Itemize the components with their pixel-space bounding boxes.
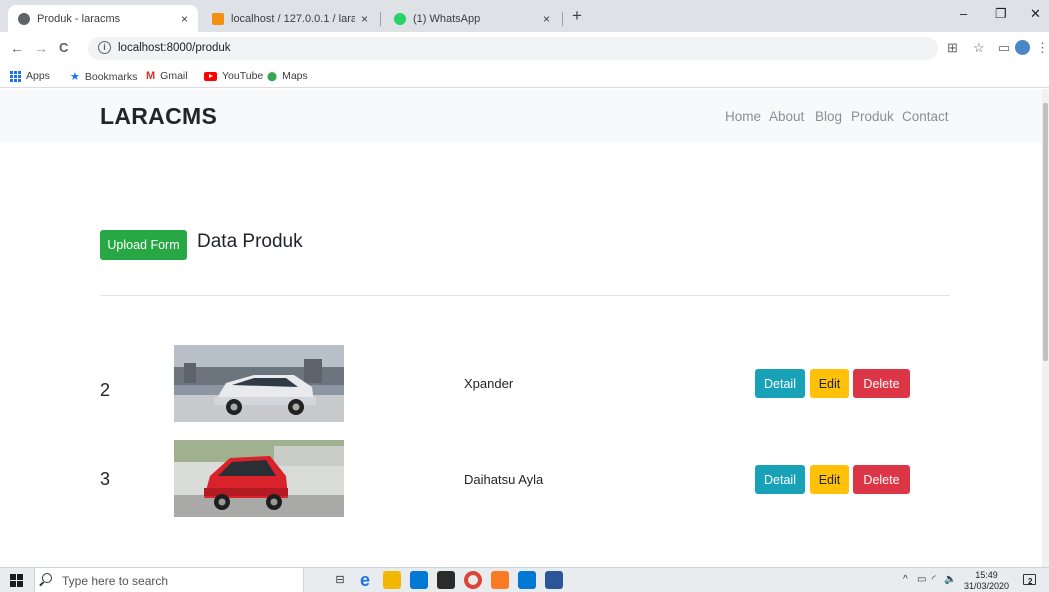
bookmark-apps[interactable]: Apps xyxy=(10,70,50,82)
vscode-icon[interactable] xyxy=(518,571,536,589)
minimize-button[interactable]: – xyxy=(960,6,967,21)
tab-close-icon[interactable]: × xyxy=(181,12,188,26)
browser-tab-whatsapp[interactable]: (1) WhatsApp × xyxy=(384,5,560,32)
task-view-icon[interactable]: ⊟ xyxy=(331,571,349,589)
tab-close-icon[interactable]: × xyxy=(543,12,550,26)
tab-separator xyxy=(562,12,563,26)
mail-icon[interactable] xyxy=(410,571,428,589)
maps-pin-icon: ⬤ xyxy=(267,70,278,81)
bookmark-gmail[interactable]: M Gmail xyxy=(146,70,188,82)
profile-avatar[interactable] xyxy=(1015,40,1030,55)
url-text[interactable]: localhost:8000/produk xyxy=(118,42,231,54)
translate-icon[interactable]: ⊞ xyxy=(947,41,958,55)
word-icon[interactable] xyxy=(545,571,563,589)
notification-count: 2 xyxy=(1028,577,1033,586)
bookmark-label: Maps xyxy=(282,70,308,82)
clock-date: 31/03/2020 xyxy=(964,581,1010,591)
search-placeholder: Type here to search xyxy=(62,574,169,588)
star-icon: ★ xyxy=(70,71,80,83)
site-brand[interactable]: LARACMS xyxy=(100,103,217,130)
browser-tabstrip: Produk - laracms × localhost / 127.0.0.1… xyxy=(0,0,1049,32)
bookmark-star-icon[interactable]: ☆ xyxy=(973,41,985,55)
bookmarks-bar: Apps ★ Bookmarks M Gmail YouTube ⬤ Maps xyxy=(0,65,1049,88)
bookmark-bookmarks[interactable]: ★ Bookmarks xyxy=(70,70,138,84)
apps-grid-icon xyxy=(10,70,21,82)
page-scrollbar[interactable] xyxy=(1042,89,1049,567)
site-info-icon[interactable]: i xyxy=(98,41,111,54)
tab-separator xyxy=(380,12,381,26)
tray-chevron-icon[interactable]: ^ xyxy=(903,574,908,585)
wifi-icon[interactable]: ◜ xyxy=(932,574,936,585)
close-window-button[interactable]: ✕ xyxy=(1030,6,1041,22)
nav-contact[interactable]: Contact xyxy=(902,109,949,124)
delete-button[interactable]: Delete xyxy=(853,465,910,494)
product-id: 2 xyxy=(100,380,111,400)
bookmark-youtube[interactable]: YouTube xyxy=(204,70,263,82)
delete-button[interactable]: Delete xyxy=(853,369,910,398)
tab-close-icon[interactable]: × xyxy=(361,12,368,26)
globe-icon xyxy=(18,12,30,25)
edge-icon[interactable]: e xyxy=(356,571,374,589)
detail-button[interactable]: Detail xyxy=(755,465,805,494)
chrome-icon[interactable] xyxy=(464,571,482,589)
clock-time: 15:49 xyxy=(975,570,998,580)
site-navbar: LARACMS Home About Blog Produk Contact xyxy=(0,89,1042,143)
edit-button[interactable]: Edit xyxy=(810,369,849,398)
cast-icon[interactable]: ▭ xyxy=(998,41,1010,55)
tab-title: localhost / 127.0.0.1 / laracms_db xyxy=(231,12,355,25)
xampp-icon[interactable] xyxy=(491,571,509,589)
product-id: 3 xyxy=(100,469,111,489)
bookmark-label: YouTube xyxy=(222,70,264,82)
windows-taskbar: Type here to search ⊟ e ^ ▭ ◜ 🔈 15:49 31… xyxy=(0,567,1049,592)
file-explorer-icon[interactable] xyxy=(383,571,401,589)
browser-toolbar: ← → C i localhost:8000/produk ⊞ ☆ ▭ ⋮ xyxy=(0,32,1049,65)
tab-title: Produk - laracms xyxy=(37,12,121,25)
battery-icon[interactable]: ▭ xyxy=(917,574,926,585)
maximize-button[interactable]: ❐ xyxy=(995,6,1007,22)
phpmyadmin-icon xyxy=(212,12,224,25)
white-mpv-car-image xyxy=(174,345,344,422)
back-button[interactable]: ← xyxy=(10,40,24,56)
tab-title: (1) WhatsApp xyxy=(413,12,481,25)
upload-form-button[interactable]: Upload Form xyxy=(100,230,187,260)
red-hatchback-car-image xyxy=(174,440,344,517)
page-title: Data Produk xyxy=(197,231,303,252)
nav-produk[interactable]: Produk xyxy=(851,109,894,124)
gmail-icon: M xyxy=(146,70,156,82)
divider xyxy=(100,295,950,296)
taskbar-search[interactable]: Type here to search xyxy=(34,568,304,592)
detail-button[interactable]: Detail xyxy=(755,369,805,398)
product-name: Xpander xyxy=(464,376,514,391)
page-viewport: LARACMS Home About Blog Produk Contact U… xyxy=(0,89,1042,567)
product-name: Daihatsu Ayla xyxy=(464,472,544,487)
bookmark-label: Apps xyxy=(26,70,50,82)
store-icon[interactable] xyxy=(437,571,455,589)
browser-menu-icon[interactable]: ⋮ xyxy=(1036,41,1049,55)
browser-tab-produk[interactable]: Produk - laracms × xyxy=(8,5,198,32)
nav-blog[interactable]: Blog xyxy=(815,109,842,124)
new-tab-button[interactable]: + xyxy=(572,7,582,24)
edit-button[interactable]: Edit xyxy=(810,465,849,494)
bookmark-maps[interactable]: ⬤ Maps xyxy=(267,70,308,82)
browser-tab-phpmyadmin[interactable]: localhost / 127.0.0.1 / laracms_db × xyxy=(202,5,378,32)
bookmark-label: Bookmarks xyxy=(84,70,138,83)
youtube-icon xyxy=(204,71,217,81)
search-icon xyxy=(42,573,52,583)
forward-button[interactable]: → xyxy=(34,40,48,56)
scrollbar-thumb[interactable] xyxy=(1043,103,1048,361)
speaker-icon[interactable]: 🔈 xyxy=(944,574,956,585)
windows-start-icon[interactable] xyxy=(10,574,23,587)
address-bar[interactable]: i localhost:8000/produk xyxy=(88,37,938,60)
nav-about[interactable]: About xyxy=(769,109,804,124)
whatsapp-icon xyxy=(394,12,406,25)
bookmark-label: Gmail xyxy=(160,70,188,82)
reload-button[interactable]: C xyxy=(59,40,68,56)
nav-home[interactable]: Home xyxy=(725,109,761,124)
taskbar-clock[interactable]: 15:49 31/03/2020 xyxy=(964,570,1009,592)
